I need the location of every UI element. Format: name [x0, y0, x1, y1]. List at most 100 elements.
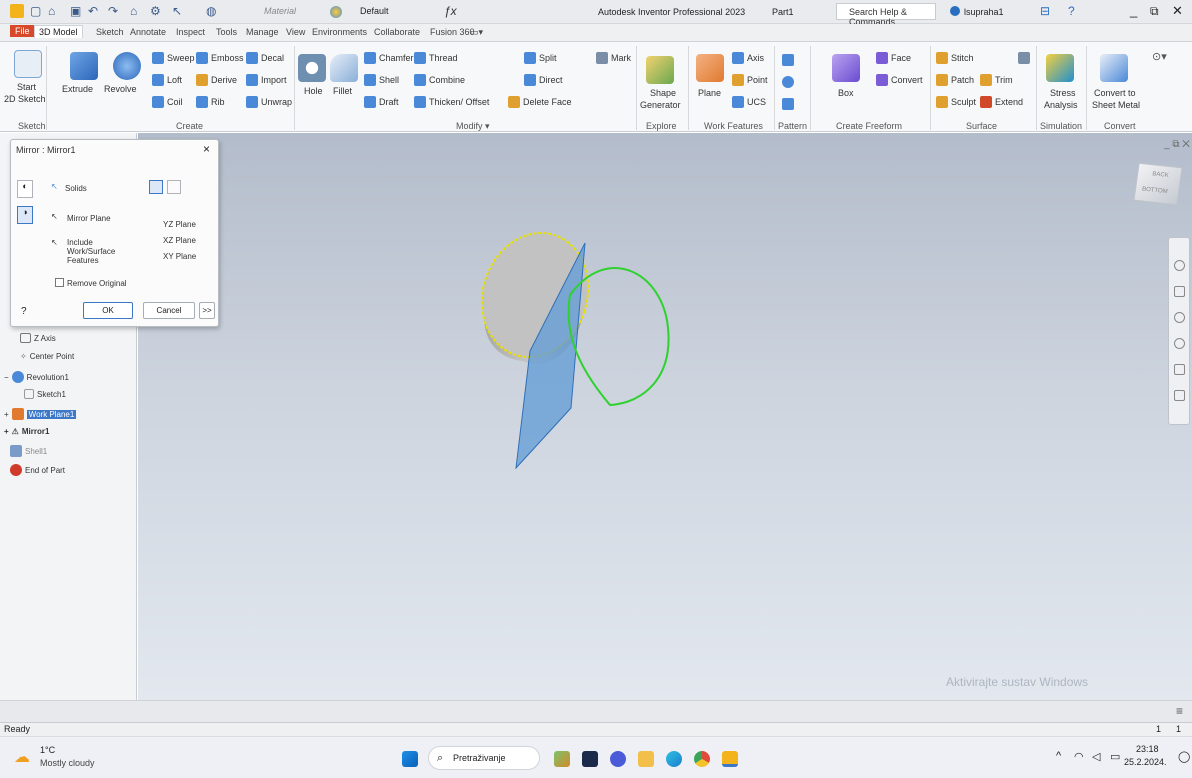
pan-icon[interactable] — [1174, 286, 1185, 297]
tab-3d-model[interactable]: 3D Model — [34, 25, 83, 38]
tab-environments[interactable]: Environments — [312, 27, 367, 37]
new-icon[interactable]: ▢ — [30, 4, 41, 18]
inventor-taskbar-icon[interactable] — [722, 751, 738, 767]
convert-button[interactable]: Convert — [876, 74, 923, 86]
dialog-close-icon[interactable]: × — [203, 142, 210, 156]
restore-icon[interactable]: ⧉ — [1150, 4, 1159, 19]
loft-button[interactable]: Loft — [152, 74, 182, 86]
teams-icon[interactable] — [610, 751, 626, 767]
windows-start-icon[interactable] — [402, 751, 418, 767]
stitch-button[interactable]: Stitch — [936, 52, 974, 64]
weather-description[interactable]: Mostly cloudy — [40, 758, 95, 768]
rectangular-pattern-icon[interactable] — [782, 54, 794, 66]
sheet-metal-icon[interactable] — [1100, 54, 1128, 82]
solids-selector[interactable]: Solids — [65, 184, 87, 193]
xz-plane-option[interactable]: XZ Plane — [163, 236, 196, 245]
new-body-icon[interactable] — [167, 180, 181, 194]
decal-button[interactable]: Decal — [246, 52, 284, 64]
xy-plane-option[interactable]: XY Plane — [163, 252, 196, 261]
browser-item-revolution1[interactable]: − Revolution1 — [4, 371, 69, 383]
mirror-plane-selector[interactable]: Mirror Plane — [67, 214, 111, 223]
coil-button[interactable]: Coil — [152, 96, 183, 108]
shell-button[interactable]: Shell — [364, 74, 399, 86]
select-icon[interactable]: ↖ — [172, 4, 182, 18]
volume-icon[interactable]: ◁ — [1092, 750, 1100, 763]
tab-fusion-360[interactable]: Fusion 360 — [430, 27, 475, 37]
stress-analysis-icon[interactable] — [1046, 54, 1074, 82]
menu-icon[interactable]: ≡ — [1176, 704, 1183, 718]
point-button[interactable]: Point — [732, 74, 768, 86]
viewcube[interactable]: BACK BOTTOM — [1133, 162, 1183, 206]
sculpt-button[interactable]: Sculpt — [936, 96, 976, 108]
expand-icon[interactable]: + — [4, 410, 9, 419]
edge-icon[interactable] — [666, 751, 682, 767]
user-name[interactable]: lsupraha1 — [964, 7, 1004, 17]
search-help-field[interactable]: Search Help & Commands... — [836, 3, 936, 27]
window-controls-icon[interactable]: _ ⧉ ✕ — [1164, 139, 1190, 150]
plane-icon[interactable] — [696, 54, 724, 82]
steering-wheel-icon[interactable] — [1174, 260, 1185, 271]
mirror-solids-button[interactable]: ◑ — [17, 206, 33, 224]
browser-item-sketch1[interactable]: Sketch1 — [24, 389, 66, 399]
view-face-icon[interactable] — [1174, 390, 1185, 401]
split-button[interactable]: Split — [524, 52, 557, 64]
revolve-button[interactable]: Revolve — [104, 84, 137, 94]
material-icon[interactable]: ◍ — [206, 4, 216, 18]
widgets-icon[interactable] — [554, 751, 570, 767]
expand-icon[interactable]: + — [4, 427, 9, 436]
browser-item-end-of-part[interactable]: End of Part — [10, 464, 65, 476]
shape-generator-icon[interactable] — [646, 56, 674, 84]
look-at-icon[interactable] — [1174, 364, 1185, 375]
browser-item-shell1[interactable]: Shell1 — [10, 445, 47, 457]
close-icon[interactable]: ✕ — [1172, 3, 1183, 19]
mirror-pattern-icon[interactable] — [782, 98, 794, 110]
collapse-icon[interactable]: − — [4, 373, 9, 382]
ok-button[interactable]: OK — [83, 302, 133, 319]
browser-item-z-axis[interactable]: Z Axis — [20, 333, 56, 343]
tray-chevron-icon[interactable]: ^ — [1056, 750, 1061, 762]
convert-to-label[interactable]: Convert to — [1094, 88, 1136, 98]
fillet-icon[interactable] — [330, 54, 358, 82]
2d-sketch-label[interactable]: 2D Sketch — [4, 94, 46, 104]
analysis-label[interactable]: Analysis — [1044, 100, 1078, 110]
stress-label[interactable]: Stress — [1050, 88, 1076, 98]
clock-date[interactable]: 25.2.2024. — [1124, 757, 1167, 767]
remove-original-checkbox[interactable] — [55, 278, 64, 287]
include-work-surface-label[interactable]: Include — [67, 238, 93, 247]
start-sketch-icon[interactable] — [14, 50, 42, 78]
wifi-icon[interactable]: ◠ — [1074, 750, 1084, 763]
patch-button[interactable]: Patch — [936, 74, 974, 86]
redo-icon[interactable]: ↷ — [108, 4, 118, 18]
tab-tools[interactable]: Tools — [216, 27, 237, 37]
material-dropdown[interactable]: Material — [264, 6, 296, 16]
more-button[interactable]: >> — [199, 302, 215, 319]
home-icon[interactable]: ⌂ — [130, 4, 137, 18]
tab-view[interactable]: View — [286, 27, 305, 37]
extrude-button[interactable]: Extrude — [62, 84, 93, 94]
inventor-logo-icon[interactable] — [10, 4, 24, 18]
derive-button[interactable]: Derive — [196, 74, 237, 86]
tab-manage[interactable]: Manage — [246, 27, 279, 37]
chamfer-button[interactable]: Chamfer — [364, 52, 414, 64]
hole-button[interactable]: Hole — [304, 86, 323, 96]
solid-body-icon[interactable] — [149, 180, 163, 194]
update-icon[interactable]: ⚙ — [150, 4, 161, 18]
open-icon[interactable]: ⌂ — [48, 4, 55, 18]
draft-button[interactable]: Draft — [364, 96, 399, 108]
sheet-metal-label[interactable]: Sheet Metal — [1092, 100, 1140, 110]
battery-icon[interactable]: ▭ — [1110, 750, 1120, 763]
browser-item-mirror1[interactable]: + ⚠ Mirror1 — [4, 427, 49, 436]
combine-button[interactable]: Combine — [414, 74, 465, 86]
hole-icon[interactable] — [298, 54, 326, 82]
browser-item-work-plane1[interactable]: + Work Plane1 — [4, 408, 77, 420]
orbit-icon[interactable] — [1174, 338, 1185, 349]
ribbon-options-icon[interactable]: ⊙▾ — [1152, 50, 1167, 63]
shape-label[interactable]: Shape — [650, 88, 676, 98]
tab-file[interactable]: File — [10, 25, 35, 37]
trim-button[interactable]: Trim — [980, 74, 1013, 86]
notification-icon[interactable]: ◯ — [1178, 750, 1190, 763]
fx-icon[interactable]: ƒx — [444, 4, 457, 18]
surface-tool-icon[interactable] — [1018, 52, 1030, 64]
fillet-button[interactable]: Fillet — [333, 86, 352, 96]
minimize-icon[interactable]: _ — [1130, 3, 1137, 18]
